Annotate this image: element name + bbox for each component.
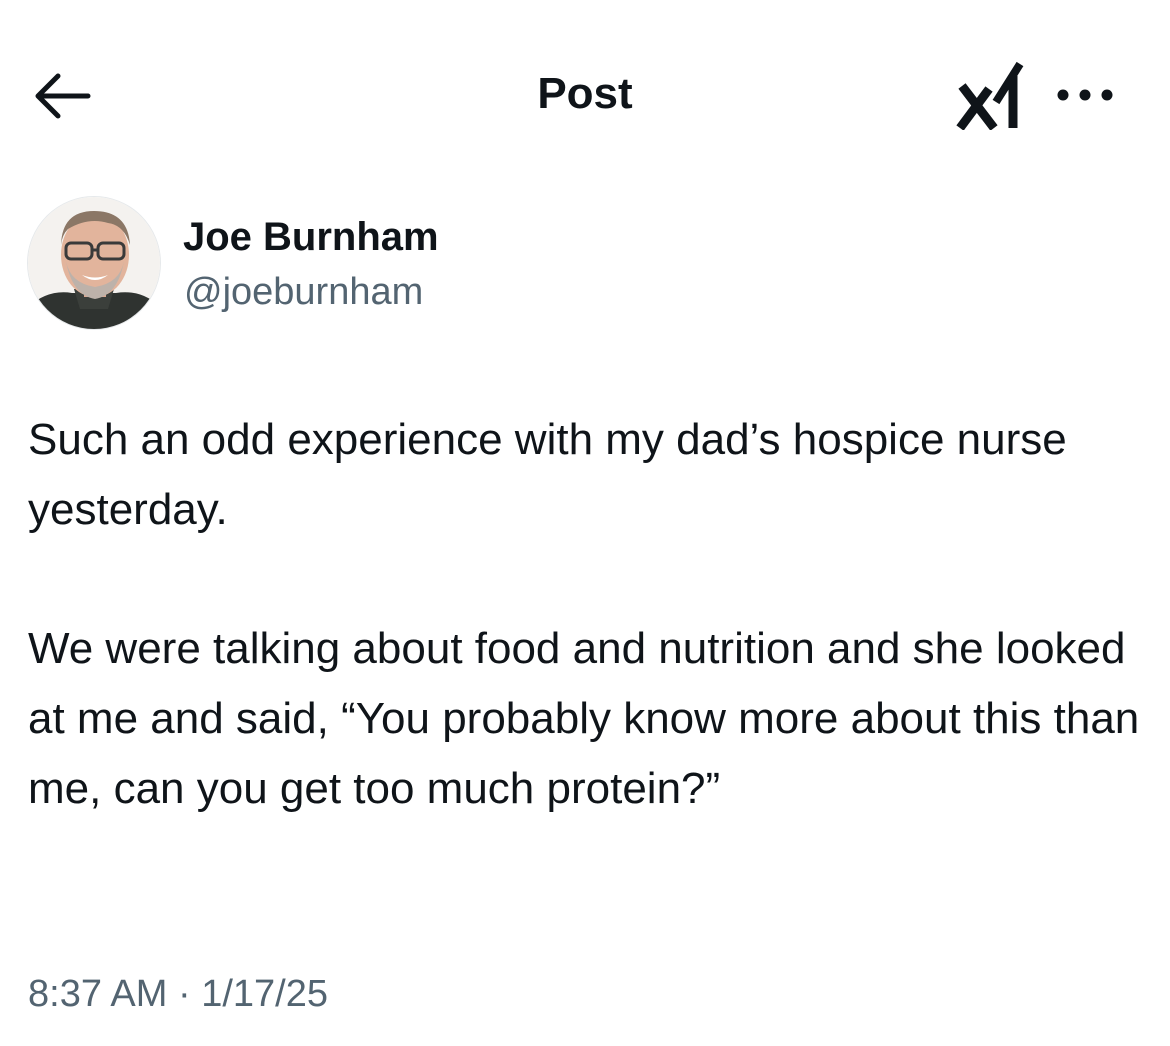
- tweet-text: Such an odd experience with my dad’s hos…: [28, 405, 1148, 824]
- timestamp[interactable]: 8:37 AM · 1/17/25: [28, 968, 328, 1020]
- tweet-paragraph: We were talking about food and nutrition…: [28, 624, 1140, 813]
- meta-separator: ·: [177, 973, 191, 1015]
- author-display-name[interactable]: Joe Burnham: [183, 212, 439, 262]
- author-handle[interactable]: @joeburnham: [184, 268, 423, 316]
- top-bar: Post: [0, 0, 1170, 190]
- grok-button[interactable]: [956, 58, 1026, 131]
- post-date: 1/17/25: [201, 973, 328, 1015]
- more-options-button[interactable]: [1054, 82, 1116, 108]
- profile-photo: [28, 197, 160, 329]
- tweet-paragraph: Such an odd experience with my dad’s hos…: [28, 415, 1067, 534]
- grok-logo-icon: [956, 61, 1024, 131]
- post-time: 8:37 AM: [28, 973, 168, 1015]
- more-horizontal-icon: [1057, 89, 1113, 101]
- avatar[interactable]: [27, 196, 161, 330]
